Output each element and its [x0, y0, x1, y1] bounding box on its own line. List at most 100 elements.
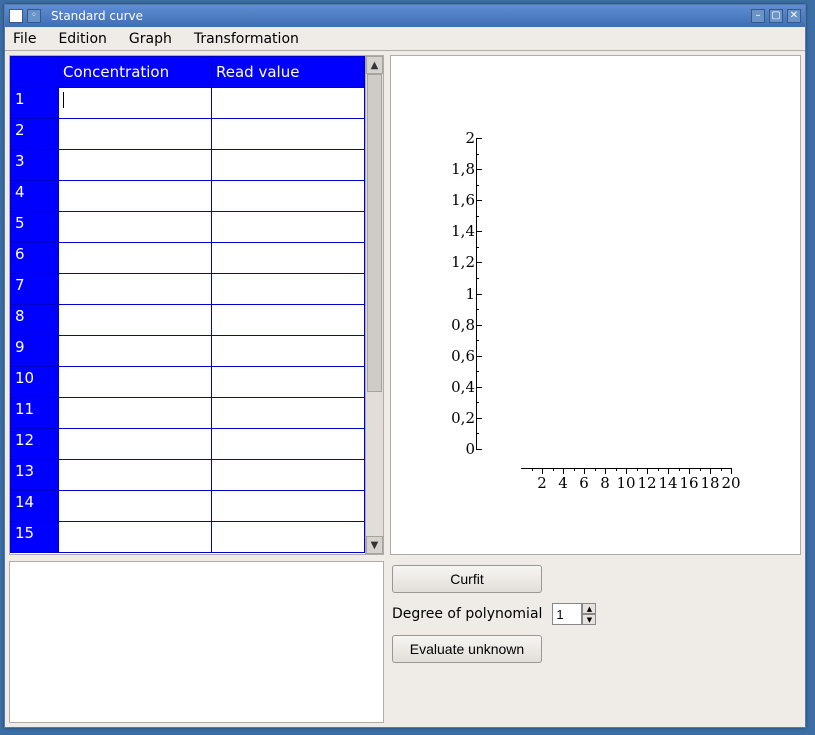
read-value-cell[interactable]	[212, 150, 365, 181]
window-title: Standard curve	[47, 9, 745, 23]
table-row: 12	[11, 429, 365, 460]
table-row: 14	[11, 491, 365, 522]
curfit-button[interactable]: Curfit	[392, 565, 542, 593]
y-tick	[476, 231, 482, 232]
menu-file[interactable]: File	[11, 29, 38, 49]
read-value-cell[interactable]	[212, 460, 365, 491]
table-row: 15	[11, 522, 365, 553]
menu-transformation[interactable]: Transformation	[192, 29, 301, 49]
y-tick-label: 1,8	[435, 160, 475, 178]
read-value-cell[interactable]	[212, 491, 365, 522]
concentration-cell[interactable]	[59, 88, 212, 119]
x-subtick	[553, 468, 554, 471]
concentration-cell[interactable]	[59, 274, 212, 305]
y-tick-label: 0,6	[435, 347, 475, 365]
concentration-cell[interactable]	[59, 429, 212, 460]
concentration-cell[interactable]	[59, 398, 212, 429]
y-subtick	[476, 402, 479, 403]
concentration-cell[interactable]	[59, 336, 212, 367]
maximize-button[interactable]: ▢	[769, 9, 783, 23]
row-header[interactable]: 9	[11, 336, 59, 367]
row-header[interactable]: 4	[11, 181, 59, 212]
row-header[interactable]: 5	[11, 212, 59, 243]
degree-input[interactable]	[552, 603, 582, 625]
read-value-cell[interactable]	[212, 522, 365, 553]
table-row: 9	[11, 336, 365, 367]
degree-up-button[interactable]: ▲	[582, 603, 596, 614]
minimize-button[interactable]: –	[751, 9, 765, 23]
menubar: File Edition Graph Transformation	[5, 27, 805, 51]
table-row: 1	[11, 88, 365, 119]
log-panel	[9, 561, 384, 723]
y-tick-label: 0,8	[435, 316, 475, 334]
row-header[interactable]: 6	[11, 243, 59, 274]
row-header[interactable]: 14	[11, 491, 59, 522]
concentration-cell[interactable]	[59, 522, 212, 553]
y-tick-label: 1,2	[435, 253, 475, 271]
read-value-cell[interactable]	[212, 212, 365, 243]
y-subtick	[476, 340, 479, 341]
graph-area: 00,20,40,60,811,21,41,61,822468101214161…	[390, 55, 801, 555]
row-header[interactable]: 10	[11, 367, 59, 398]
concentration-cell[interactable]	[59, 243, 212, 274]
read-value-cell[interactable]	[212, 305, 365, 336]
concentration-cell[interactable]	[59, 181, 212, 212]
window-menu-button[interactable]: ◦	[27, 9, 41, 23]
row-header[interactable]: 1	[11, 88, 59, 119]
concentration-cell[interactable]	[59, 150, 212, 181]
x-tick-label: 6	[579, 474, 589, 492]
menu-edition[interactable]: Edition	[56, 29, 108, 49]
y-tick	[476, 138, 482, 139]
app-icon	[9, 9, 23, 23]
concentration-cell[interactable]	[59, 367, 212, 398]
concentration-cell[interactable]	[59, 212, 212, 243]
evaluate-unknown-button[interactable]: Evaluate unknown	[392, 635, 542, 663]
table-scrollbar[interactable]: ▲ ▼	[365, 56, 383, 554]
concentration-cell[interactable]	[59, 491, 212, 522]
y-tick-label: 0,2	[435, 409, 475, 427]
x-tick-label: 18	[700, 474, 719, 492]
table-row: 11	[11, 398, 365, 429]
scroll-up-arrow[interactable]: ▲	[366, 56, 383, 74]
row-header[interactable]: 11	[11, 398, 59, 429]
row-header[interactable]: 7	[11, 274, 59, 305]
read-value-cell[interactable]	[212, 181, 365, 212]
scroll-track[interactable]	[366, 74, 383, 536]
concentration-cell[interactable]	[59, 119, 212, 150]
read-value-cell[interactable]	[212, 336, 365, 367]
y-tick-label: 0	[435, 440, 475, 458]
x-tick-label: 10	[616, 474, 635, 492]
row-header[interactable]: 3	[11, 150, 59, 181]
content-area: Concentration Read value 123456789101112…	[5, 51, 805, 727]
table-corner-cell[interactable]	[11, 57, 59, 88]
read-value-cell[interactable]	[212, 367, 365, 398]
close-button[interactable]: ✕	[787, 9, 801, 23]
right-panel: 00,20,40,60,811,21,41,61,822468101214161…	[390, 55, 801, 723]
y-subtick	[476, 247, 479, 248]
row-header[interactable]: 12	[11, 429, 59, 460]
scroll-thumb[interactable]	[367, 74, 382, 392]
y-subtick	[476, 154, 479, 155]
degree-label: Degree of polynomial	[392, 606, 542, 622]
read-value-cell[interactable]	[212, 398, 365, 429]
read-value-cell[interactable]	[212, 88, 365, 119]
row-header[interactable]: 13	[11, 460, 59, 491]
read-value-cell[interactable]	[212, 243, 365, 274]
read-value-cell[interactable]	[212, 274, 365, 305]
degree-down-button[interactable]: ▼	[582, 614, 596, 625]
scroll-down-arrow[interactable]: ▼	[366, 536, 383, 554]
degree-spinner[interactable]: ▲ ▼	[552, 603, 596, 625]
read-value-cell[interactable]	[212, 429, 365, 460]
x-tick-label: 16	[679, 474, 698, 492]
row-header[interactable]: 8	[11, 305, 59, 336]
read-value-cell[interactable]	[212, 119, 365, 150]
concentration-cell[interactable]	[59, 460, 212, 491]
concentration-cell[interactable]	[59, 305, 212, 336]
col-header-concentration[interactable]: Concentration	[59, 57, 212, 88]
titlebar: ◦ Standard curve – ▢ ✕	[5, 5, 805, 27]
table-row: 7	[11, 274, 365, 305]
col-header-read-value[interactable]: Read value	[212, 57, 365, 88]
row-header[interactable]: 2	[11, 119, 59, 150]
row-header[interactable]: 15	[11, 522, 59, 553]
menu-graph[interactable]: Graph	[127, 29, 174, 49]
